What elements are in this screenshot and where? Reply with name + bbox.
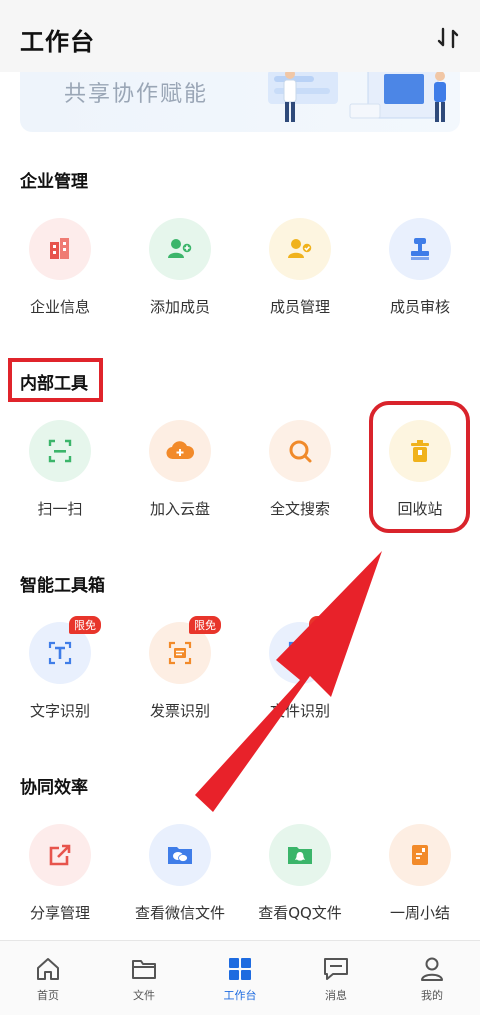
tab-label: 首页 [37, 989, 59, 1002]
tab-label: 消息 [325, 989, 347, 1002]
qq-folder-icon [269, 824, 331, 886]
tab-files[interactable]: 文件 [96, 941, 192, 1015]
item-label: 加入云盘 [149, 500, 210, 518]
invoice-recognition-icon: 限免 [149, 616, 221, 684]
item-label: 全文搜索 [269, 500, 330, 518]
profile-icon [421, 957, 443, 981]
tab-workbench[interactable]: 工作台 [192, 941, 288, 1015]
banner-illustration [268, 72, 446, 122]
item-label: 成员管理 [269, 298, 330, 316]
item-enterprise-info[interactable]: 企业信息 [0, 218, 120, 317]
item-member-review[interactable]: 成员审核 [360, 218, 480, 317]
item-label: 企业信息 [29, 298, 90, 316]
file-recognition-icon: 限免 [269, 616, 341, 684]
tab-label: 文件 [133, 989, 155, 1002]
text-recognition-icon: 限免 [29, 616, 101, 684]
section-title-collab: 协同效率 [20, 778, 88, 798]
cloud-add-icon [149, 420, 211, 482]
manage-users-icon [269, 218, 331, 280]
tab-messages[interactable]: 消息 [288, 941, 384, 1015]
item-label: 查看QQ文件 [258, 904, 342, 922]
wechat-folder-icon [149, 824, 211, 886]
item-label: 文字识别 [29, 702, 90, 720]
sort-icon[interactable] [436, 26, 460, 50]
item-file-recognition[interactable]: 限免 文件识别 [240, 616, 360, 721]
item-label: 扫一扫 [37, 500, 83, 518]
annotation-highlight-ring [369, 401, 470, 533]
item-invoice-recognition[interactable]: 限免 发票识别 [120, 616, 240, 721]
page-title: 工作台 [20, 28, 95, 56]
item-label: 分享管理 [29, 904, 90, 922]
banner-text: 共享协作赋能 [64, 82, 209, 107]
item-label: 一周小结 [389, 904, 450, 922]
promo-banner[interactable]: 共享协作赋能 [20, 72, 460, 132]
item-label: 添加成员 [149, 298, 210, 316]
free-badge: 限免 [69, 616, 101, 634]
item-qq-files[interactable]: 查看QQ文件 [240, 824, 360, 923]
add-user-icon [149, 218, 211, 280]
item-text-recognition[interactable]: 限免 文字识别 [0, 616, 120, 721]
tab-profile[interactable]: 我的 [384, 941, 480, 1015]
share-icon [29, 824, 91, 886]
free-badge: 限免 [309, 616, 341, 634]
scan-icon [29, 420, 91, 482]
search-icon [269, 420, 331, 482]
home-icon [37, 958, 59, 980]
item-label: 发票识别 [149, 702, 210, 720]
item-wechat-files[interactable]: 查看微信文件 [120, 824, 240, 923]
annotation-highlight-box [8, 358, 103, 402]
item-member-manage[interactable]: 成员管理 [240, 218, 360, 317]
item-add-member[interactable]: 添加成员 [120, 218, 240, 317]
bottom-tab-bar: 首页 文件 工作台 消息 我的 [0, 940, 480, 1015]
tab-home[interactable]: 首页 [0, 941, 96, 1015]
item-label: 文件识别 [269, 702, 330, 720]
item-full-text-search[interactable]: 全文搜索 [240, 420, 360, 519]
item-label: 成员审核 [389, 298, 450, 316]
section-title-enterprise: 企业管理 [20, 172, 88, 192]
tab-label: 工作台 [223, 989, 257, 1002]
item-weekly-summary[interactable]: 一周小结 [360, 824, 480, 923]
workbench-icon [229, 958, 251, 980]
item-join-cloud[interactable]: 加入云盘 [120, 420, 240, 519]
tab-label: 我的 [421, 989, 443, 1002]
message-icon [324, 958, 348, 980]
free-badge: 限免 [189, 616, 221, 634]
item-scan[interactable]: 扫一扫 [0, 420, 120, 519]
stamp-icon [389, 218, 451, 280]
building-icon [29, 218, 91, 280]
item-share-manage[interactable]: 分享管理 [0, 824, 120, 923]
item-label: 查看微信文件 [134, 904, 225, 922]
weekly-summary-icon [389, 824, 451, 886]
folder-icon [132, 960, 156, 979]
section-title-smart: 智能工具箱 [20, 576, 105, 596]
app-header: 工作台 [0, 0, 480, 72]
